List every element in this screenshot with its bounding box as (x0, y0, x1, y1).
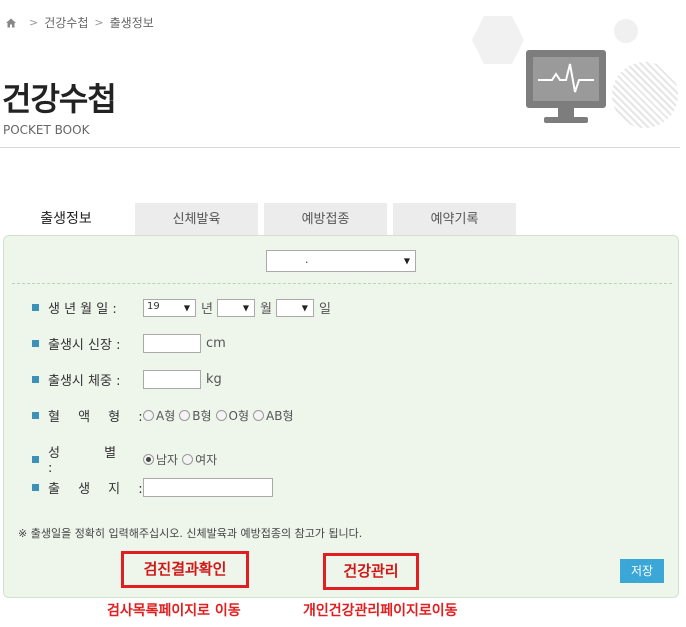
monitor-ecg-icon (526, 50, 606, 123)
bullet-icon (32, 455, 39, 463)
tab-reservation[interactable]: 예약기록 (393, 203, 516, 236)
year-unit: 년 (201, 302, 213, 317)
birth-day-select[interactable]: ▼ (275, 298, 314, 317)
gender-label: 성 별 : (48, 446, 117, 476)
tab-bar: 출생정보 신체발육 예방접종 예약기록 (3, 203, 522, 236)
page-subtitle: POCKET BOOK (3, 123, 90, 137)
caret-down-icon: ▼ (403, 256, 410, 266)
weight-unit: kg (206, 372, 222, 387)
bullet-icon (32, 484, 39, 491)
height-unit: cm (206, 336, 226, 351)
gender-radio-male[interactable]: 남자 (143, 451, 178, 468)
birth-year-select[interactable]: 19 ▼ (143, 298, 196, 317)
divider (0, 147, 680, 148)
child-select[interactable]: . ▼ (266, 250, 416, 272)
radio-icon (143, 453, 154, 465)
gender-radio-male-label: 남자 (156, 452, 179, 467)
page: > 건강수첩 > 출생정보 건강수첩 POCKET BOOK 출생정보 신체발육… (0, 0, 686, 627)
striped-circle-decoration (612, 62, 678, 128)
caret-down-icon: ▼ (301, 303, 308, 312)
blood-radio-o-label: O형 (228, 409, 250, 423)
gender-radio-female[interactable]: 여자 (182, 451, 217, 468)
day-unit: 일 (318, 302, 331, 317)
blood-radio-ab[interactable]: AB형 (253, 407, 294, 424)
caret-down-icon: ▼ (183, 303, 190, 312)
birthdate-label: 생 년 월 일 : (48, 302, 117, 317)
bullet-icon (32, 304, 39, 311)
bullet-icon (32, 376, 39, 383)
radio-icon (179, 410, 191, 421)
home-icon[interactable] (5, 17, 17, 29)
birth-year-value: 19 (147, 300, 160, 312)
caret-down-icon: ▼ (242, 303, 249, 312)
save-button[interactable]: 저장 (620, 559, 664, 583)
child-select-value: . (305, 253, 309, 266)
checkup-result-button[interactable]: 검진결과확인 (121, 551, 249, 588)
blood-type-label: 혈 액 형 : (48, 410, 143, 425)
circle-decoration (614, 19, 638, 43)
radio-icon (143, 410, 154, 421)
gender-radio-female-label: 여자 (195, 452, 218, 467)
radio-icon (215, 410, 227, 421)
birthplace-row: 출 생 지 : (32, 478, 273, 497)
tab-birth-info[interactable]: 출생정보 (3, 203, 129, 236)
month-unit: 월 (259, 302, 272, 317)
blood-radio-b-label: B형 (192, 409, 212, 423)
blood-radio-o[interactable]: O형 (215, 407, 250, 424)
blood-radio-a[interactable]: A형 (143, 407, 175, 424)
blood-type-row: 혈 액 형 : A형 B형 O형 AB형 (32, 406, 298, 425)
blood-radio-a-label: A형 (156, 409, 176, 423)
birthplace-input[interactable] (143, 478, 273, 497)
tab-vaccination[interactable]: 예방접종 (264, 203, 387, 236)
radio-icon (253, 410, 265, 421)
radio-icon (182, 453, 194, 465)
weight-label: 출생시 체중 : (48, 374, 121, 389)
weight-row: 출생시 체중 : kg (32, 370, 222, 389)
page-title: 건강수첩 (2, 80, 117, 118)
annotation-caption-exam-list: 검사목록페이지로 이동 (107, 603, 241, 619)
birth-month-select[interactable]: ▼ (216, 298, 255, 317)
birthdate-row: 생 년 월 일 : 19 ▼ 년 ▼ 월 ▼ 일 (32, 298, 331, 317)
height-label: 출생시 신장 : (48, 338, 121, 353)
tab-growth[interactable]: 신체발육 (135, 203, 258, 236)
blood-radio-b[interactable]: B형 (179, 407, 212, 424)
breadcrumb-item-birth-info: 출생정보 (109, 16, 154, 30)
height-row: 출생시 신장 : cm (32, 334, 226, 353)
chevron-right-icon: > (29, 16, 39, 29)
birthdate-notice: ※ 출생일을 정확히 입력해주십시오. 신체발육과 예방접종의 참고가 됩니다. (18, 527, 363, 540)
height-input[interactable] (143, 334, 201, 353)
breadcrumb: > 건강수첩 > 출생정보 (5, 14, 154, 31)
breadcrumb-item-health-notebook[interactable]: 건강수첩 (44, 14, 88, 31)
hexagon-decoration (472, 16, 524, 64)
dashed-divider (12, 283, 672, 284)
birth-info-panel: . ▼ 생 년 월 일 : 19 ▼ 년 ▼ 월 ▼ 일 출생시 신장: cm… (3, 235, 679, 598)
gender-row: 성 별 : 남자 여자 (32, 442, 221, 476)
birthplace-label: 출 생 지 : (48, 482, 143, 497)
bullet-icon (32, 340, 39, 347)
chevron-right-icon: > (94, 16, 104, 29)
bullet-icon (32, 412, 39, 419)
blood-radio-ab-label: AB형 (266, 409, 294, 423)
health-management-button[interactable]: 건강관리 (323, 553, 419, 590)
annotation-caption-health-management: 개인건강관리페이지로이동 (303, 603, 458, 619)
weight-input[interactable] (143, 370, 201, 389)
